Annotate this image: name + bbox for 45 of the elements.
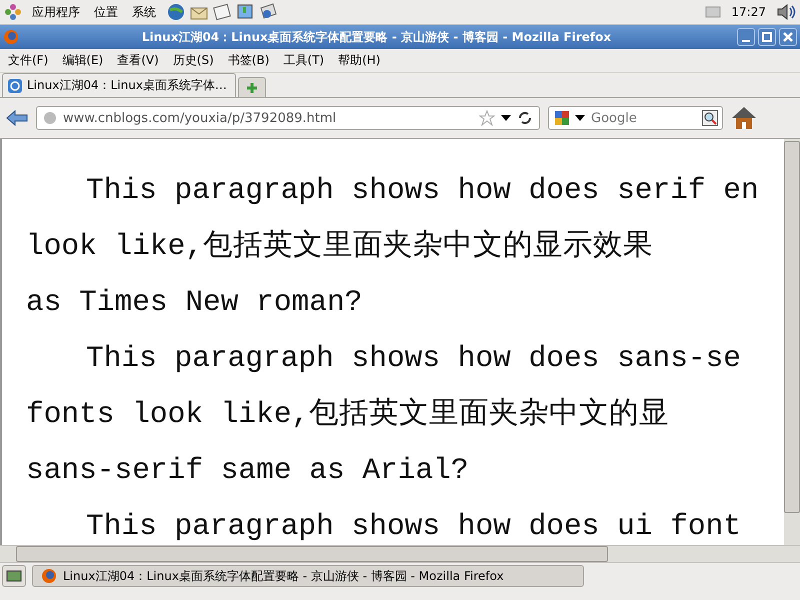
close-button[interactable] — [779, 28, 797, 46]
search-icon[interactable] — [702, 110, 718, 126]
search-bar[interactable]: Google — [548, 106, 723, 130]
desktop-icon — [6, 569, 22, 583]
vertical-scrollbar[interactable] — [784, 139, 800, 545]
horizontal-scrollbar[interactable] — [0, 545, 800, 562]
show-desktop-button[interactable] — [2, 565, 26, 587]
clock[interactable]: 17:27 — [731, 5, 766, 19]
minimize-icon — [742, 40, 750, 42]
text-line: fonts look like,包括英文里面夹杂中文的显 — [25, 397, 670, 431]
reload-icon[interactable] — [517, 110, 533, 126]
menu-item[interactable]: 编辑(E) — [62, 52, 104, 69]
menu-item[interactable]: 历史(S) — [172, 52, 214, 69]
menu-item[interactable]: 查看(V) — [117, 52, 159, 69]
panel-menu[interactable]: 位置 — [90, 4, 122, 20]
back-arrow-icon[interactable] — [6, 109, 28, 127]
text-line: sans-serif same as Arial? — [25, 453, 470, 487]
window-title: Linux江湖04：Linux桌面系统字体配置要略 - 京山游侠 - 博客园 - Mozilla Firefox — [140, 28, 612, 46]
menu-item[interactable]: 工具(T) — [283, 52, 324, 69]
dropdown-arrow-icon[interactable] — [501, 115, 511, 121]
new-tab-button[interactable] — [238, 77, 266, 97]
text-line: This paragraph shows how does serif en — [85, 173, 760, 207]
panel-menu[interactable]: 应用程序 — [28, 4, 84, 20]
maximize-icon — [759, 29, 775, 45]
search-field[interactable]: Google — [589, 110, 698, 126]
dropdown-arrow-icon[interactable] — [575, 115, 585, 121]
text-line: This paragraph shows how does ui font — [85, 509, 742, 543]
speaker-icon[interactable] — [776, 3, 796, 21]
menu-item[interactable]: 帮助(H) — [338, 52, 380, 69]
address-bar[interactable]: www.cnblogs.com/youxia/p/3792089.html — [36, 106, 540, 130]
maximize-button[interactable] — [758, 28, 776, 46]
tab[interactable]: Linux江湖04：Linux桌面系统字体… — [2, 73, 236, 97]
flower-icon[interactable] — [4, 3, 22, 21]
minimize-button[interactable] — [737, 28, 755, 46]
text-line: as Times New roman? — [25, 285, 364, 319]
plus-icon — [246, 82, 258, 94]
home-icon[interactable] — [731, 106, 757, 130]
menu-item[interactable]: 文件(F) — [8, 52, 48, 69]
text-line: This paragraph shows how does sans-se — [85, 341, 742, 375]
panel-menu[interactable]: 系统 — [128, 4, 160, 20]
site-icon — [7, 78, 23, 94]
star-icon[interactable] — [479, 110, 495, 126]
menu-item[interactable]: 书签(B) — [228, 52, 270, 69]
taskbar-window-button[interactable]: Linux江湖04：Linux桌面系统字体配置要略 - 京山游侠 - 博客园 - Mozilla Firefox — [32, 565, 584, 587]
text-line: look like,包括英文里面夹杂中文的显示效果 — [25, 229, 654, 263]
